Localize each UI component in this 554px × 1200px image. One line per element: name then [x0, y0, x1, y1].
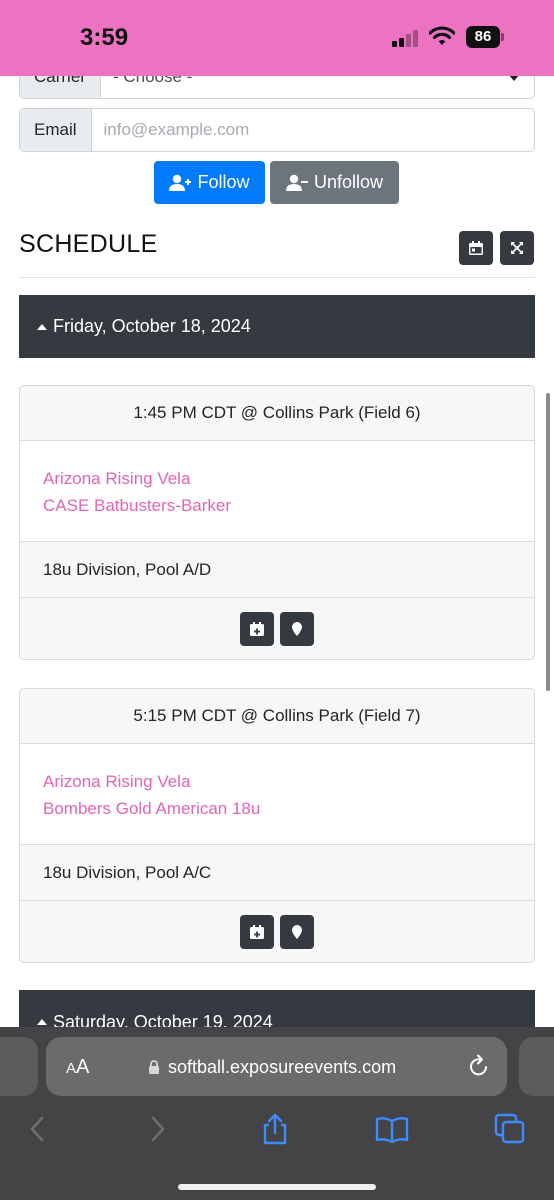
- next-tab-peek[interactable]: [519, 1037, 554, 1096]
- reload-icon[interactable]: [468, 1054, 490, 1078]
- game-time-location: 1:45 PM CDT @ Collins Park (Field 6): [20, 386, 534, 441]
- game-actions: [20, 901, 534, 962]
- forward-arrow-icon[interactable]: [140, 1112, 174, 1146]
- aa-small: A: [66, 1060, 77, 1077]
- aa-large: A: [76, 1056, 90, 1078]
- reader-settings-button[interactable]: AA: [66, 1056, 89, 1079]
- previous-tab-peek[interactable]: [0, 1037, 38, 1096]
- game-teams: Arizona Rising Vela CASE Batbusters-Bark…: [20, 441, 534, 542]
- follow-button[interactable]: Follow: [154, 161, 265, 204]
- calendar-icon: [469, 241, 483, 255]
- lock-icon: [149, 1060, 159, 1074]
- map-pin-icon: [292, 622, 302, 636]
- battery-indicator: 86: [466, 26, 504, 48]
- game-division: 18u Division, Pool A/D: [20, 542, 534, 598]
- wifi-icon: [429, 26, 455, 45]
- follow-label: Follow: [197, 172, 250, 192]
- share-icon[interactable]: [258, 1112, 292, 1146]
- day-header-friday[interactable]: Friday, October 18, 2024: [19, 295, 535, 358]
- status-time: 3:59: [80, 24, 129, 51]
- bookmarks-icon[interactable]: [375, 1112, 409, 1146]
- calendar-plus-icon: [250, 925, 264, 939]
- expand-icon: [511, 242, 523, 254]
- map-button[interactable]: [280, 915, 314, 949]
- team-link[interactable]: Bombers Gold American 18u: [43, 795, 534, 822]
- game-actions: [20, 598, 534, 659]
- caret-up-icon: [37, 1019, 47, 1025]
- team-link[interactable]: Arizona Rising Vela: [43, 768, 534, 795]
- scrollbar[interactable]: [546, 393, 550, 691]
- schedule-divider: [19, 277, 535, 278]
- team-link[interactable]: CASE Batbusters-Barker: [43, 492, 534, 519]
- day-date: Friday, October 18, 2024: [53, 316, 251, 336]
- map-pin-icon: [292, 925, 302, 939]
- schedule-title: SCHEDULE: [19, 230, 158, 258]
- map-button[interactable]: [280, 612, 314, 646]
- game-time-location: 5:15 PM CDT @ Collins Park (Field 7): [20, 689, 534, 744]
- home-indicator: [178, 1184, 376, 1190]
- unfollow-button[interactable]: Unfollow: [270, 161, 399, 204]
- game-teams: Arizona Rising Vela Bombers Gold America…: [20, 744, 534, 845]
- cellular-signal-icon: [392, 29, 422, 47]
- team-link[interactable]: Arizona Rising Vela: [43, 465, 534, 492]
- email-input-group: Email: [19, 108, 535, 152]
- url-text[interactable]: softball.exposureevents.com: [168, 1057, 396, 1078]
- battery-tip: [501, 33, 504, 41]
- game-division: 18u Division, Pool A/C: [20, 845, 534, 901]
- email-label: Email: [20, 109, 92, 151]
- battery-level: 86: [466, 26, 500, 48]
- game-card: 1:45 PM CDT @ Collins Park (Field 6) Ari…: [19, 385, 535, 660]
- add-to-calendar-button[interactable]: [240, 612, 274, 646]
- caret-up-icon: [37, 323, 47, 330]
- add-to-calendar-button[interactable]: [240, 915, 274, 949]
- email-input[interactable]: [91, 109, 534, 151]
- game-card: 5:15 PM CDT @ Collins Park (Field 7) Ari…: [19, 688, 535, 963]
- user-plus-icon: [169, 174, 192, 191]
- status-bar: 3:59 86: [0, 0, 554, 76]
- tabs-icon[interactable]: [493, 1112, 527, 1146]
- user-minus-icon: [285, 174, 308, 191]
- unfollow-label: Unfollow: [313, 172, 384, 192]
- calendar-plus-icon: [250, 622, 264, 636]
- calendar-view-button[interactable]: [459, 231, 493, 265]
- back-arrow-icon[interactable]: [22, 1112, 56, 1146]
- expand-button[interactable]: [500, 231, 534, 265]
